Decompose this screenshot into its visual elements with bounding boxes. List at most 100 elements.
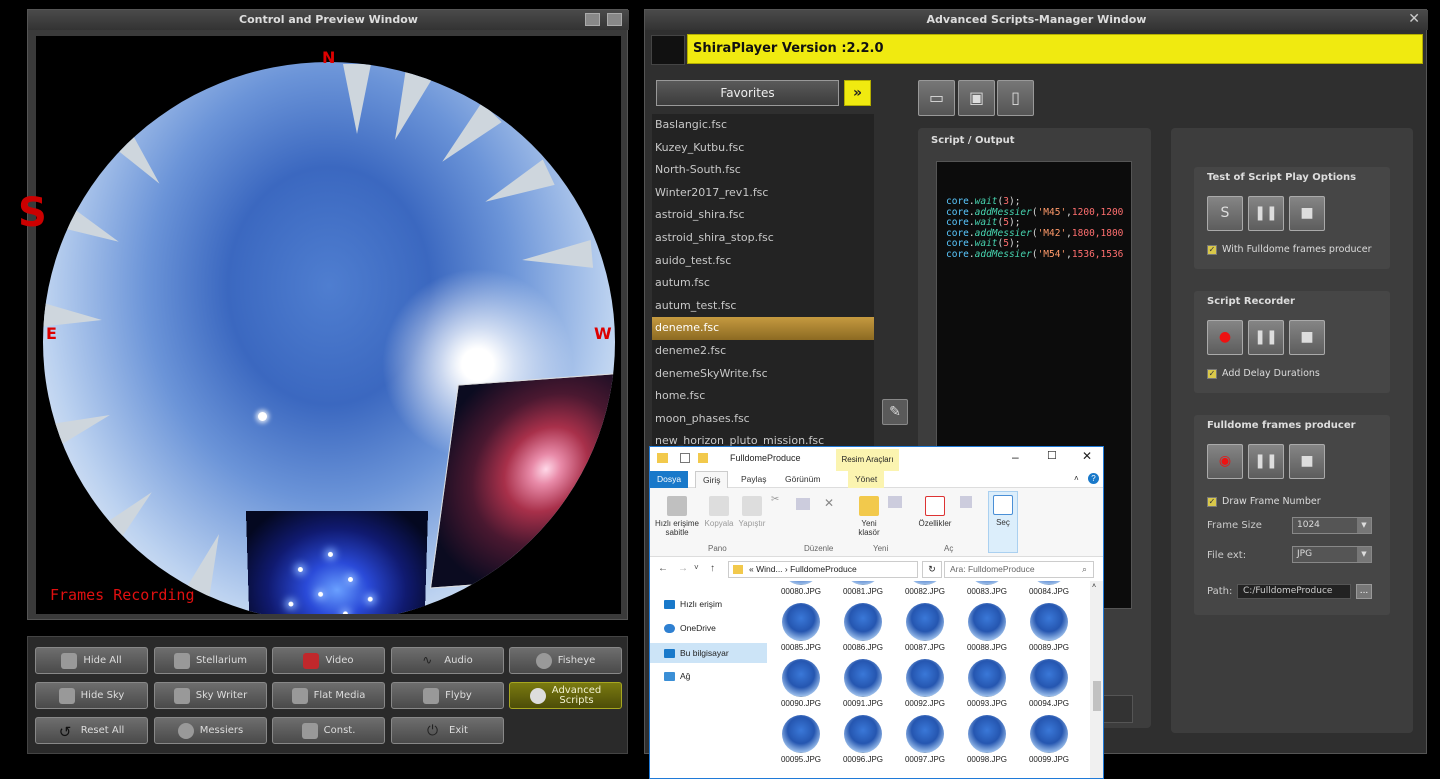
breadcrumb-item[interactable]: FulldomeProduce	[790, 564, 857, 574]
frame-size-select[interactable]: 1024 ▼	[1292, 517, 1372, 534]
maximize-button[interactable]	[607, 13, 622, 26]
produce-frames-button[interactable]: ◉	[1207, 444, 1243, 479]
refresh-icon[interactable]: ↻	[922, 561, 942, 578]
address-bar[interactable]: « Wind... › FulldomeProduce	[728, 561, 918, 578]
new-folder-icon[interactable]	[698, 453, 708, 463]
script-file-item[interactable]: astroid_shira_stop.fsc	[652, 227, 874, 250]
script-file-list[interactable]: Baslangic.fsc Kuzey_Kutbu.fsc North-South.…	[652, 114, 874, 454]
file-thumbnail[interactable]: 00095.JPG	[774, 711, 828, 767]
tab-yonet[interactable]: Yönet	[848, 471, 885, 488]
cut-icon[interactable]: ✂	[771, 494, 783, 506]
breadcrumb-item[interactable]: Wind...	[756, 564, 782, 574]
scroll-thumb[interactable]	[1093, 681, 1101, 711]
video-button[interactable]: Video	[272, 647, 385, 674]
paste-button[interactable]: Yapıştır	[736, 496, 768, 528]
delete-icon[interactable]: ✕	[824, 496, 834, 510]
edit-pencil-icon[interactable]: ✎	[882, 399, 908, 425]
close-icon[interactable]: ✕	[1082, 449, 1092, 463]
pause-button[interactable]: ❚❚	[1248, 196, 1284, 231]
sky-writer-button[interactable]: Sky Writer	[154, 682, 267, 709]
recent-chevron-icon[interactable]: ˅	[694, 563, 699, 572]
file-thumbnail[interactable]: 00082.JPG	[898, 581, 952, 599]
nav-onedrive[interactable]: OneDrive	[664, 623, 716, 633]
script-file-item[interactable]: home.fsc	[652, 385, 874, 408]
save-button[interactable]: ▣	[958, 80, 995, 116]
select-button[interactable]: Seç	[988, 491, 1018, 553]
script-file-item[interactable]: moon_phases.fsc	[652, 408, 874, 431]
file-thumbnail[interactable]: 00083.JPG	[960, 581, 1014, 599]
help-icon[interactable]: ?	[1088, 473, 1099, 484]
advanced-scripts-button[interactable]: Advanced Scripts	[509, 682, 622, 709]
fast-forward-icon[interactable]: »	[844, 80, 871, 106]
file-thumbnail[interactable]: 00090.JPG	[774, 655, 828, 711]
stop-button[interactable]: ■	[1289, 196, 1325, 231]
open-icon[interactable]	[960, 496, 972, 508]
file-thumbnail[interactable]: 00094.JPG	[1022, 655, 1076, 711]
file-thumbnail[interactable]: 00098.JPG	[960, 711, 1014, 767]
chevron-up-icon[interactable]: ˄	[1092, 583, 1096, 590]
record-button[interactable]: ●	[1207, 320, 1243, 355]
file-thumbnail[interactable]: 00099.JPG	[1022, 711, 1076, 767]
stop-button[interactable]: ■	[1289, 320, 1325, 355]
file-thumbnail[interactable]: 00096.JPG	[836, 711, 890, 767]
new-folder-button[interactable]: Yeni klasör	[852, 496, 886, 537]
nav-this-pc[interactable]: Bu bilgisayar	[650, 643, 767, 663]
nav-network[interactable]: Ağ	[664, 671, 690, 681]
pause-button[interactable]: ❚❚	[1248, 320, 1284, 355]
orion-nebula-media[interactable]	[429, 371, 615, 589]
script-file-item[interactable]: autum.fsc	[652, 272, 874, 295]
pin-quick-access-button[interactable]: Hızlı erişime sabitle	[652, 496, 702, 537]
hide-all-button[interactable]: Hide All	[35, 647, 148, 674]
close-icon[interactable]: ✕	[1408, 11, 1420, 27]
flyby-button[interactable]: Flyby	[391, 682, 504, 709]
minimize-icon[interactable]: –	[1012, 450, 1019, 464]
copy-button[interactable]: Kopyala	[703, 496, 735, 528]
file-thumbnail[interactable]: 00086.JPG	[836, 599, 890, 655]
path-field[interactable]: C:/FulldomeProduce	[1237, 584, 1351, 599]
messiers-button[interactable]: Messiers	[154, 717, 267, 744]
script-file-item[interactable]: Kuzey_Kutbu.fsc	[652, 137, 874, 160]
file-thumbnail[interactable]: 00093.JPG	[960, 655, 1014, 711]
pause-button[interactable]: ❚❚	[1248, 444, 1284, 479]
file-ext-select[interactable]: JPG ▼	[1292, 546, 1372, 563]
file-thumbnail[interactable]: 00084.JPG	[1022, 581, 1076, 599]
tab-gorunum[interactable]: Görünüm	[778, 471, 827, 488]
script-file-item[interactable]: denemeSkyWrite.fsc	[652, 363, 874, 386]
hide-sky-button[interactable]: Hide Sky	[35, 682, 148, 709]
script-file-item[interactable]: Winter2017_rev1.fsc	[652, 182, 874, 205]
properties-icon[interactable]	[680, 453, 690, 463]
properties-button[interactable]: Özellikler	[914, 496, 956, 528]
explorer-scrollbar[interactable]: ˄	[1090, 581, 1103, 778]
script-file-item[interactable]: deneme.fsc	[652, 317, 874, 340]
script-file-item[interactable]: autum_test.fsc	[652, 295, 874, 318]
file-thumbnail[interactable]: 00085.JPG	[774, 599, 828, 655]
search-input[interactable]: Ara: FulldomeProduce ⌕	[944, 561, 1094, 578]
script-file-item[interactable]: Baslangic.fsc	[652, 114, 874, 137]
fisheye-preview[interactable]: N E W Frames Recording	[36, 36, 621, 614]
up-arrow-icon[interactable]: ↑	[710, 563, 715, 574]
file-thumbnail[interactable]: 00088.JPG	[960, 599, 1014, 655]
reset-all-button[interactable]: ↺ Reset All	[35, 717, 148, 744]
fisheye-button[interactable]: Fisheye	[509, 647, 622, 674]
audio-button[interactable]: ∿ Audio	[391, 647, 504, 674]
tab-paylas[interactable]: Paylaş	[734, 471, 774, 488]
flat-media-button[interactable]: Flat Media	[272, 682, 385, 709]
file-thumbnail[interactable]: 00091.JPG	[836, 655, 890, 711]
nav-quick-access[interactable]: Hızlı erişim	[664, 599, 722, 609]
file-thumbnail[interactable]: 00089.JPG	[1022, 599, 1076, 655]
delay-durations-checkbox[interactable]: ✓ Add Delay Durations	[1207, 368, 1320, 379]
move-to-icon[interactable]	[796, 498, 810, 510]
chevron-up-icon[interactable]: ˄	[1074, 474, 1079, 483]
script-file-item[interactable]: deneme2.fsc	[652, 340, 874, 363]
tab-dosya[interactable]: Dosya	[650, 471, 689, 488]
pleiades-media[interactable]	[245, 510, 429, 614]
stellarium-button[interactable]: Stellarium	[154, 647, 267, 674]
stop-button[interactable]: ■	[1289, 444, 1325, 479]
fulldome-producer-checkbox[interactable]: ✓ With Fulldome frames producer	[1207, 244, 1372, 255]
script-file-item[interactable]: auido_test.fsc	[652, 250, 874, 273]
file-thumbnail[interactable]: 00097.JPG	[898, 711, 952, 767]
back-arrow-icon[interactable]: ←	[658, 563, 668, 574]
new-item-icon[interactable]	[888, 496, 902, 508]
play-script-button[interactable]: S	[1207, 196, 1243, 231]
draw-frame-number-checkbox[interactable]: ✓ Draw Frame Number	[1207, 496, 1321, 507]
